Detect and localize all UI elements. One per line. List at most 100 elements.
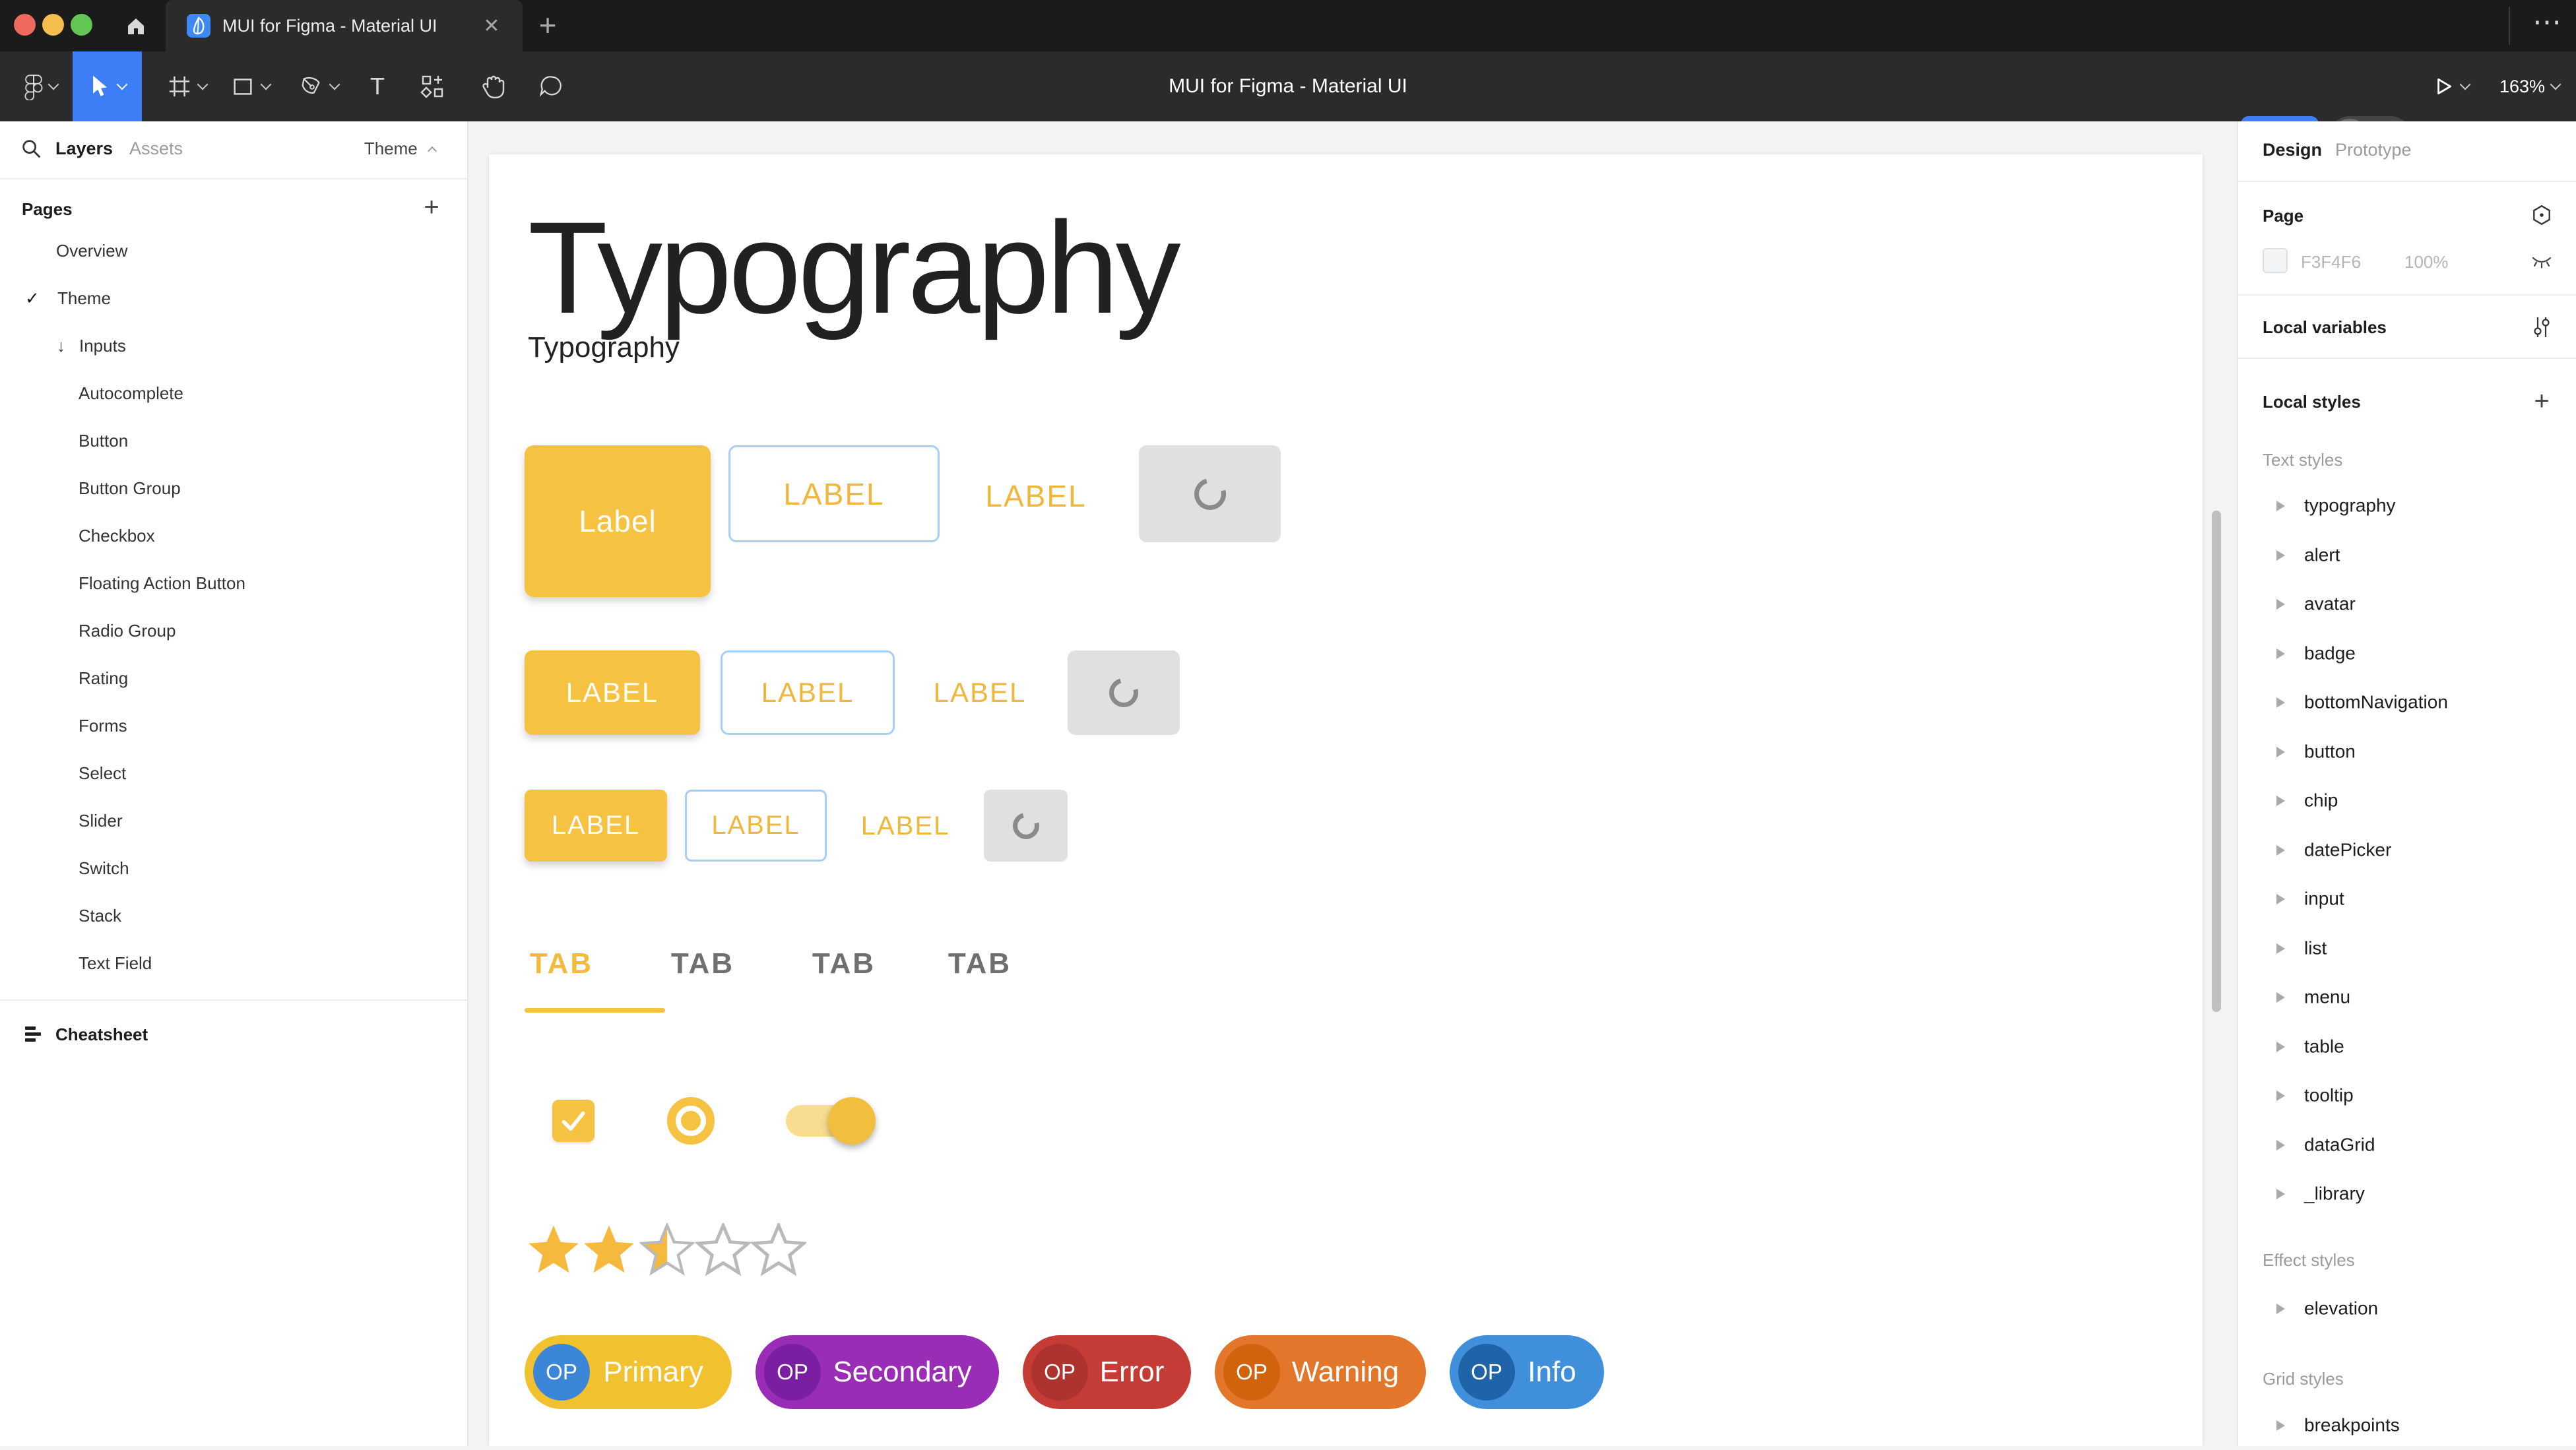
style-row-bottomnavigation[interactable]: bottomNavigation	[2238, 678, 2576, 727]
expand-arrow-icon[interactable]	[2276, 1189, 2285, 1199]
toggle-visibility-button[interactable]	[2526, 245, 2558, 277]
expand-arrow-icon[interactable]	[2276, 747, 2285, 757]
loading-button-medium[interactable]	[1068, 650, 1180, 735]
contained-button-large[interactable]: Label	[525, 445, 711, 597]
style-row-elevation[interactable]: elevation	[2238, 1284, 2576, 1333]
outlined-button-medium[interactable]: LABEL	[721, 650, 895, 735]
expand-arrow-icon[interactable]	[2276, 943, 2285, 954]
minimize-window-button[interactable]	[42, 14, 64, 36]
contained-button-small[interactable]: LABEL	[525, 790, 667, 862]
expand-arrow-icon[interactable]	[2276, 894, 2285, 904]
sidebar-item-floating-action-button[interactable]: Floating Action Button	[0, 559, 467, 607]
loading-button-small[interactable]	[984, 790, 1068, 862]
expand-arrow-icon[interactable]	[2276, 550, 2285, 561]
sidebar-item-button-group[interactable]: Button Group	[0, 464, 467, 512]
style-row-alert[interactable]: alert	[2238, 531, 2576, 580]
close-window-button[interactable]	[14, 14, 36, 36]
style-row-menu[interactable]: menu	[2238, 973, 2576, 1022]
sidebar-item-inputs[interactable]: ↓ Inputs	[0, 322, 467, 369]
expand-arrow-icon[interactable]	[2276, 1090, 2285, 1101]
canvas-viewport[interactable]: Typography Typography Label LABEL LABEL …	[468, 121, 2237, 1446]
search-button[interactable]	[20, 137, 44, 161]
mui-tab-2[interactable]: TAB	[650, 947, 756, 980]
tab-prototype[interactable]: Prototype	[2335, 140, 2412, 160]
outlined-button-large[interactable]: LABEL	[728, 445, 940, 542]
new-tab-button[interactable]: +	[532, 9, 564, 41]
sidebar-item-theme[interactable]: ✓ Theme	[0, 274, 467, 322]
page-color-hex[interactable]: F3F4F6	[2301, 252, 2361, 272]
sidebar-item-checkbox[interactable]: Checkbox	[0, 512, 467, 559]
outlined-button-small[interactable]: LABEL	[685, 790, 827, 862]
radio-button-selected[interactable]	[667, 1097, 715, 1145]
style-row-badge[interactable]: badge	[2238, 629, 2576, 678]
page-color-swatch[interactable]	[2263, 248, 2288, 273]
style-row-input[interactable]: input	[2238, 875, 2576, 924]
sidebar-item-overview[interactable]: Overview	[0, 227, 467, 274]
expand-arrow-icon[interactable]	[2276, 599, 2285, 610]
star-half-icon[interactable]	[639, 1223, 695, 1278]
star-full-icon[interactable]	[581, 1223, 637, 1278]
text-tool-button[interactable]: T	[358, 51, 397, 121]
star-empty-icon[interactable]	[751, 1223, 806, 1278]
style-row-tooltip[interactable]: tooltip	[2238, 1071, 2576, 1120]
checkbox-checked[interactable]	[552, 1100, 595, 1142]
switch-thumb-on[interactable]	[828, 1097, 876, 1145]
home-button[interactable]	[123, 12, 149, 40]
expand-arrow-icon[interactable]	[2276, 1140, 2285, 1151]
style-row-typography[interactable]: typography	[2238, 482, 2576, 530]
style-row-table[interactable]: table	[2238, 1023, 2576, 1071]
zoom-menu[interactable]: 163%	[2499, 51, 2560, 121]
expand-arrow-icon[interactable]	[2276, 648, 2285, 659]
add-page-button[interactable]: +	[416, 191, 447, 223]
hand-tool-button[interactable]	[470, 51, 516, 121]
page-selector[interactable]: Theme	[364, 139, 435, 159]
main-menu-button[interactable]	[13, 51, 69, 121]
maximize-window-button[interactable]	[71, 14, 92, 36]
style-row-chip[interactable]: chip	[2238, 776, 2576, 825]
chip-warning[interactable]: OP Warning	[1215, 1335, 1426, 1409]
expand-arrow-icon[interactable]	[2276, 1042, 2285, 1052]
expand-arrow-icon[interactable]	[2276, 992, 2285, 1003]
chip-error[interactable]: OP Error	[1023, 1335, 1191, 1409]
style-row-button[interactable]: button	[2238, 728, 2576, 776]
sidebar-item-rating[interactable]: Rating	[0, 654, 467, 702]
text-button-medium[interactable]: LABEL	[924, 674, 1036, 711]
contained-button-medium[interactable]: LABEL	[525, 650, 700, 735]
tab-assets[interactable]: Assets	[129, 139, 183, 159]
loading-button-large[interactable]	[1139, 445, 1281, 542]
sidebar-item-radio-group[interactable]: Radio Group	[0, 607, 467, 654]
add-style-button[interactable]: +	[2526, 385, 2558, 417]
star-empty-icon[interactable]	[695, 1223, 751, 1278]
style-row-datepicker[interactable]: datePicker	[2238, 826, 2576, 875]
sidebar-item-stack[interactable]: Stack	[0, 892, 467, 939]
style-row-library[interactable]: _library	[2238, 1170, 2576, 1218]
tab-design[interactable]: Design	[2263, 140, 2322, 160]
pen-tool-button[interactable]	[290, 51, 347, 121]
sidebar-item-select[interactable]: Select	[0, 749, 467, 797]
style-row-datagrid[interactable]: dataGrid	[2238, 1121, 2576, 1170]
sidebar-item-forms[interactable]: Forms	[0, 702, 467, 749]
vertical-scrollbar[interactable]	[2212, 511, 2221, 1012]
actions-tool-button[interactable]	[410, 51, 454, 121]
mui-tab-1[interactable]: TAB	[509, 947, 614, 980]
star-full-icon[interactable]	[526, 1223, 581, 1278]
expand-arrow-icon[interactable]	[2276, 501, 2285, 511]
sidebar-item-text-field[interactable]: Text Field	[0, 939, 467, 987]
style-row-list[interactable]: list	[2238, 924, 2576, 973]
page-styles-button[interactable]	[2526, 199, 2558, 231]
sidebar-item-cheatsheet[interactable]: Cheatsheet	[0, 1009, 467, 1059]
text-button-large[interactable]: LABEL	[977, 476, 1095, 516]
sidebar-item-switch[interactable]: Switch	[0, 844, 467, 892]
sidebar-item-autocomplete[interactable]: Autocomplete	[0, 369, 467, 417]
tab-layers[interactable]: Layers	[55, 139, 113, 159]
open-variables-button[interactable]	[2526, 311, 2558, 343]
expand-arrow-icon[interactable]	[2276, 1420, 2285, 1431]
expand-arrow-icon[interactable]	[2276, 697, 2285, 708]
style-row-avatar[interactable]: avatar	[2238, 580, 2576, 629]
expand-arrow-icon[interactable]	[2276, 1304, 2285, 1314]
move-tool-button-selected[interactable]	[73, 51, 142, 121]
page-color-opacity[interactable]: 100%	[2404, 252, 2449, 272]
chip-secondary[interactable]: OP Secondary	[756, 1335, 999, 1409]
file-tab[interactable]: MUI for Figma - Material UI ✕	[166, 0, 523, 51]
sidebar-item-button[interactable]: Button	[0, 417, 467, 464]
